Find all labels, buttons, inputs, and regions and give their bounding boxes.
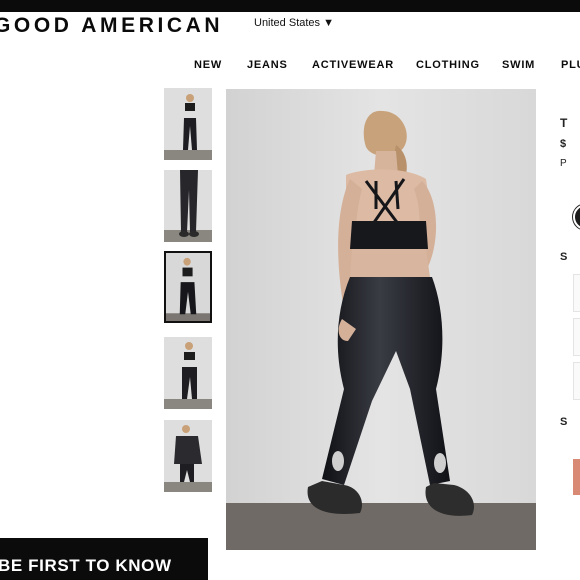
top-bar <box>0 0 580 12</box>
main-nav: NEW JEANS ACTIVEWEAR CLOTHING SWIM PLUS <box>0 59 580 73</box>
add-to-bag-button[interactable] <box>573 459 580 495</box>
nav-item-clothing[interactable]: CLOTHING <box>416 59 480 71</box>
nav-item-jeans[interactable]: JEANS <box>247 59 288 71</box>
signup-banner-text: BE FIRST TO KNOW <box>0 556 172 575</box>
size-label: S <box>560 251 568 263</box>
thumbnail-photo <box>164 337 212 409</box>
thumbnail-photo <box>166 253 210 321</box>
thumbnail-front[interactable] <box>164 88 212 160</box>
product-title: T <box>560 116 568 130</box>
signup-banner[interactable]: BE FIRST TO KNOW <box>0 538 208 580</box>
model-photo <box>226 89 536 550</box>
size-option-3[interactable] <box>573 362 580 400</box>
country-selector[interactable]: United States ▼ <box>254 17 334 29</box>
size-guide-label[interactable]: S <box>560 416 567 428</box>
nav-item-activewear[interactable]: ACTIVEWEAR <box>312 59 394 71</box>
nav-item-new[interactable]: NEW <box>194 59 222 71</box>
product-note: P <box>560 158 567 169</box>
main-product-image[interactable] <box>226 89 536 550</box>
size-option-1[interactable] <box>573 274 580 312</box>
thumbnail-photo <box>164 420 212 492</box>
thumbnail-photo <box>164 170 212 242</box>
color-swatch-black[interactable] <box>573 204 580 230</box>
brand-logo[interactable]: GOOD AMERICAN <box>0 14 223 38</box>
size-option-2[interactable] <box>573 318 580 356</box>
thumbnail-back-selected[interactable] <box>164 251 212 323</box>
thumbnail-back-2[interactable] <box>164 337 212 409</box>
nav-item-swim[interactable]: SWIM <box>502 59 535 71</box>
thumbnail-photo <box>164 88 212 160</box>
nav-item-plus[interactable]: PLUS <box>561 59 580 71</box>
product-price: $ <box>560 138 567 150</box>
thumbnail-jacket[interactable] <box>164 420 212 492</box>
thumbnail-legs[interactable] <box>164 170 212 242</box>
